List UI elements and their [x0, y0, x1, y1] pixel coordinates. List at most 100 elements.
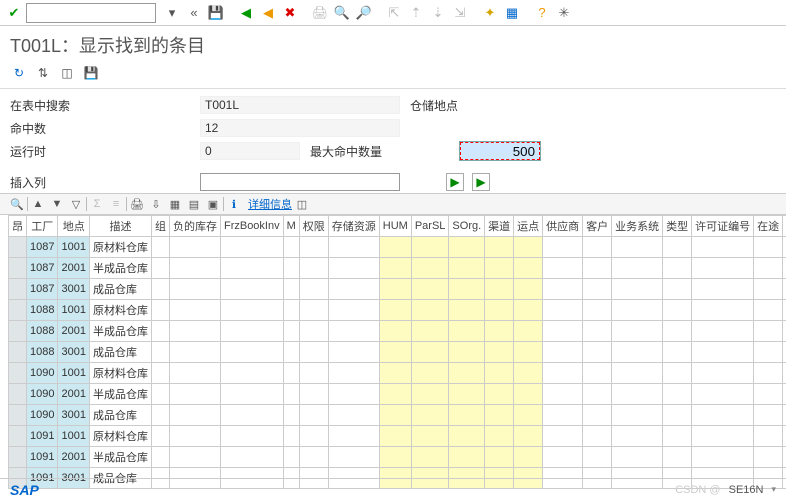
col-header[interactable]: 工厂: [27, 216, 58, 237]
cell-empty: [449, 321, 485, 342]
col-header[interactable]: 负的库存: [169, 216, 220, 237]
find-icon: 🔍: [332, 3, 352, 23]
cell-desc: 半成品仓库: [89, 384, 151, 405]
cancel-icon[interactable]: ✖: [280, 3, 300, 23]
print-grid-icon[interactable]: 🖨: [128, 195, 146, 213]
table-row[interactable]: 10901001原材料仓库: [9, 363, 786, 384]
col-header[interactable]: TkInd: [783, 216, 786, 237]
col-header[interactable]: 在途: [754, 216, 783, 237]
cell-empty: [485, 300, 514, 321]
table-row[interactable]: 10883001成品仓库: [9, 342, 786, 363]
table-row[interactable]: 10902001半成品仓库: [9, 384, 786, 405]
tree-icon[interactable]: ⇅: [34, 64, 52, 82]
details-icon[interactable]: 🔍: [8, 195, 26, 213]
cell-empty: [328, 342, 379, 363]
customize-icon[interactable]: ✳: [554, 3, 574, 23]
layout-icon[interactable]: ▣: [204, 195, 222, 213]
row-selector[interactable]: [9, 342, 27, 363]
row-selector[interactable]: [9, 279, 27, 300]
cell-empty: [543, 342, 583, 363]
enter-icon[interactable]: ✔: [4, 3, 24, 23]
col-header[interactable]: 许可证编号: [692, 216, 754, 237]
cell-empty: [583, 363, 612, 384]
shortcut-icon[interactable]: ▦: [502, 3, 522, 23]
row-selector[interactable]: [9, 384, 27, 405]
cell-empty: [754, 447, 783, 468]
col-header[interactable]: 客户: [583, 216, 612, 237]
maxhits-input[interactable]: [460, 142, 540, 160]
col-header[interactable]: M: [283, 216, 299, 237]
sort-desc-icon[interactable]: ▼: [48, 195, 66, 213]
col-header[interactable]: 类型: [663, 216, 692, 237]
insert-add-icon[interactable]: ▶: [446, 173, 464, 191]
row-selector[interactable]: [9, 447, 27, 468]
exit-icon[interactable]: ◀: [258, 3, 278, 23]
table-row[interactable]: 10872001半成品仓库: [9, 258, 786, 279]
col-header[interactable]: 权限: [299, 216, 328, 237]
system-toolbar: ✔ ▾ « 💾 ◀ ◀ ✖ 🖨 🔍 🔎 ⇱ ⇡ ⇣ ⇲ ✦ ▦ ? ✳: [0, 0, 786, 26]
row-selector[interactable]: [9, 321, 27, 342]
command-field[interactable]: [26, 3, 156, 23]
save-variant-icon[interactable]: 💾: [82, 64, 100, 82]
cell-empty: [151, 363, 169, 384]
search-label2: 仓储地点: [400, 97, 500, 114]
table-row[interactable]: 10903001成品仓库: [9, 405, 786, 426]
insert-remove-icon[interactable]: ▶: [472, 173, 490, 191]
col-header[interactable]: 描述: [89, 216, 151, 237]
cell-desc: 成品仓库: [89, 279, 151, 300]
table-row[interactable]: 10873001成品仓库: [9, 279, 786, 300]
view-icon[interactable]: ◫: [58, 64, 76, 82]
cell-factory: 1087: [27, 237, 58, 258]
cell-empty: [299, 384, 328, 405]
insert-column-input[interactable]: [200, 173, 400, 191]
cell-empty: [612, 426, 663, 447]
col-header[interactable]: 地点: [58, 216, 89, 237]
row-selector[interactable]: [9, 258, 27, 279]
cell-location: 2001: [58, 321, 89, 342]
col-header[interactable]: FrzBookInv: [220, 216, 283, 237]
table-row[interactable]: 10871001原材料仓库: [9, 237, 786, 258]
sort-asc-icon[interactable]: ▲: [29, 195, 47, 213]
cell-empty: [411, 237, 449, 258]
col-header[interactable]: 运点: [514, 216, 543, 237]
excel-icon[interactable]: ▦: [166, 195, 184, 213]
col-header[interactable]: 渠道: [485, 216, 514, 237]
col-header[interactable]: 存储资源: [328, 216, 379, 237]
row-selector[interactable]: [9, 363, 27, 384]
word-icon[interactable]: ▤: [185, 195, 203, 213]
cell-empty: [783, 447, 786, 468]
refresh-icon[interactable]: ↻: [10, 64, 28, 82]
export-icon[interactable]: ⇩: [147, 195, 165, 213]
table-row[interactable]: 10912001半成品仓库: [9, 447, 786, 468]
col-header[interactable]: 供应商: [543, 216, 583, 237]
cell-desc: 原材料仓库: [89, 237, 151, 258]
row-selector[interactable]: [9, 405, 27, 426]
row-selector[interactable]: [9, 300, 27, 321]
help-icon[interactable]: ?: [532, 3, 552, 23]
graph-icon[interactable]: ◫: [293, 195, 311, 213]
col-header[interactable]: 业务系统: [612, 216, 663, 237]
dropdown-icon[interactable]: ▾: [162, 3, 182, 23]
col-header[interactable]: SOrg.: [449, 216, 485, 237]
col-header[interactable]: ParSL: [411, 216, 449, 237]
cell-empty: [692, 237, 754, 258]
back-icon[interactable]: ◀: [236, 3, 256, 23]
col-header[interactable]: HUM: [379, 216, 411, 237]
collapse-icon[interactable]: «: [184, 3, 204, 23]
row-selector[interactable]: [9, 426, 27, 447]
row-selector[interactable]: [9, 237, 27, 258]
col-header[interactable]: 昂: [9, 216, 27, 237]
table-row[interactable]: 10911001原材料仓库: [9, 426, 786, 447]
cell-empty: [449, 384, 485, 405]
new-session-icon[interactable]: ✦: [480, 3, 500, 23]
cell-empty: [299, 363, 328, 384]
filter-icon[interactable]: ▽: [67, 195, 85, 213]
detail-link[interactable]: 详细信息: [248, 196, 292, 212]
info-icon[interactable]: ℹ: [225, 195, 243, 213]
cell-empty: [692, 384, 754, 405]
table-row[interactable]: 10881001原材料仓库: [9, 300, 786, 321]
col-header[interactable]: 组: [151, 216, 169, 237]
table-row[interactable]: 10882001半成品仓库: [9, 321, 786, 342]
cell-empty: [543, 300, 583, 321]
page-title: T001L：显示找到的条目: [0, 26, 786, 62]
